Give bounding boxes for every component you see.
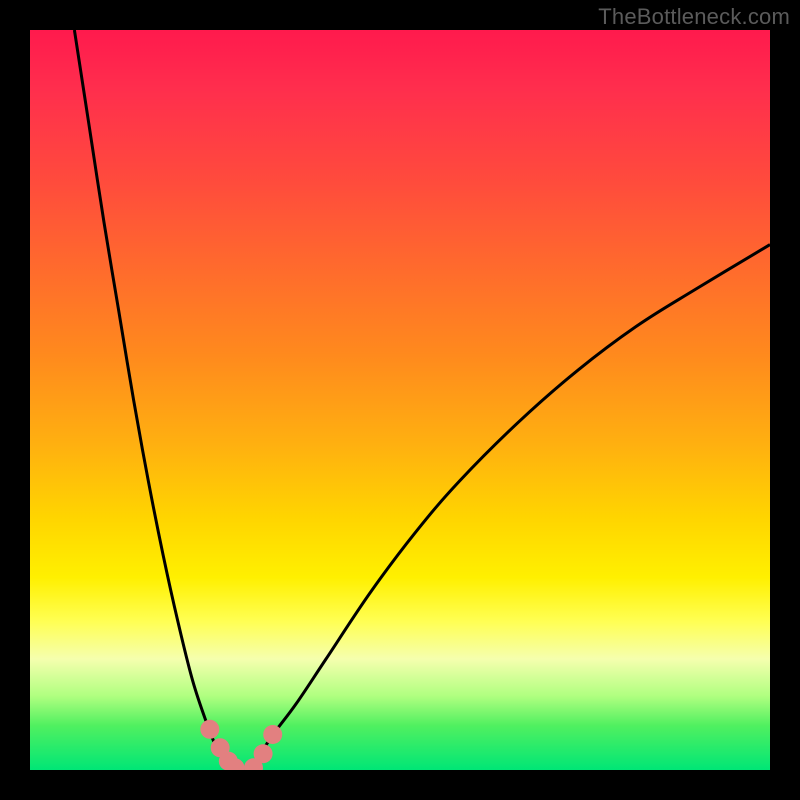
watermark-text: TheBottleneck.com — [598, 4, 790, 30]
highlight-markers — [200, 720, 282, 770]
right-curve — [252, 245, 770, 767]
highlight-point — [200, 720, 219, 739]
highlight-point — [263, 725, 282, 744]
curve-layer — [30, 30, 770, 770]
plot-area — [30, 30, 770, 770]
chart-frame: TheBottleneck.com — [0, 0, 800, 800]
left-curve — [74, 30, 229, 766]
highlight-point — [254, 744, 273, 763]
